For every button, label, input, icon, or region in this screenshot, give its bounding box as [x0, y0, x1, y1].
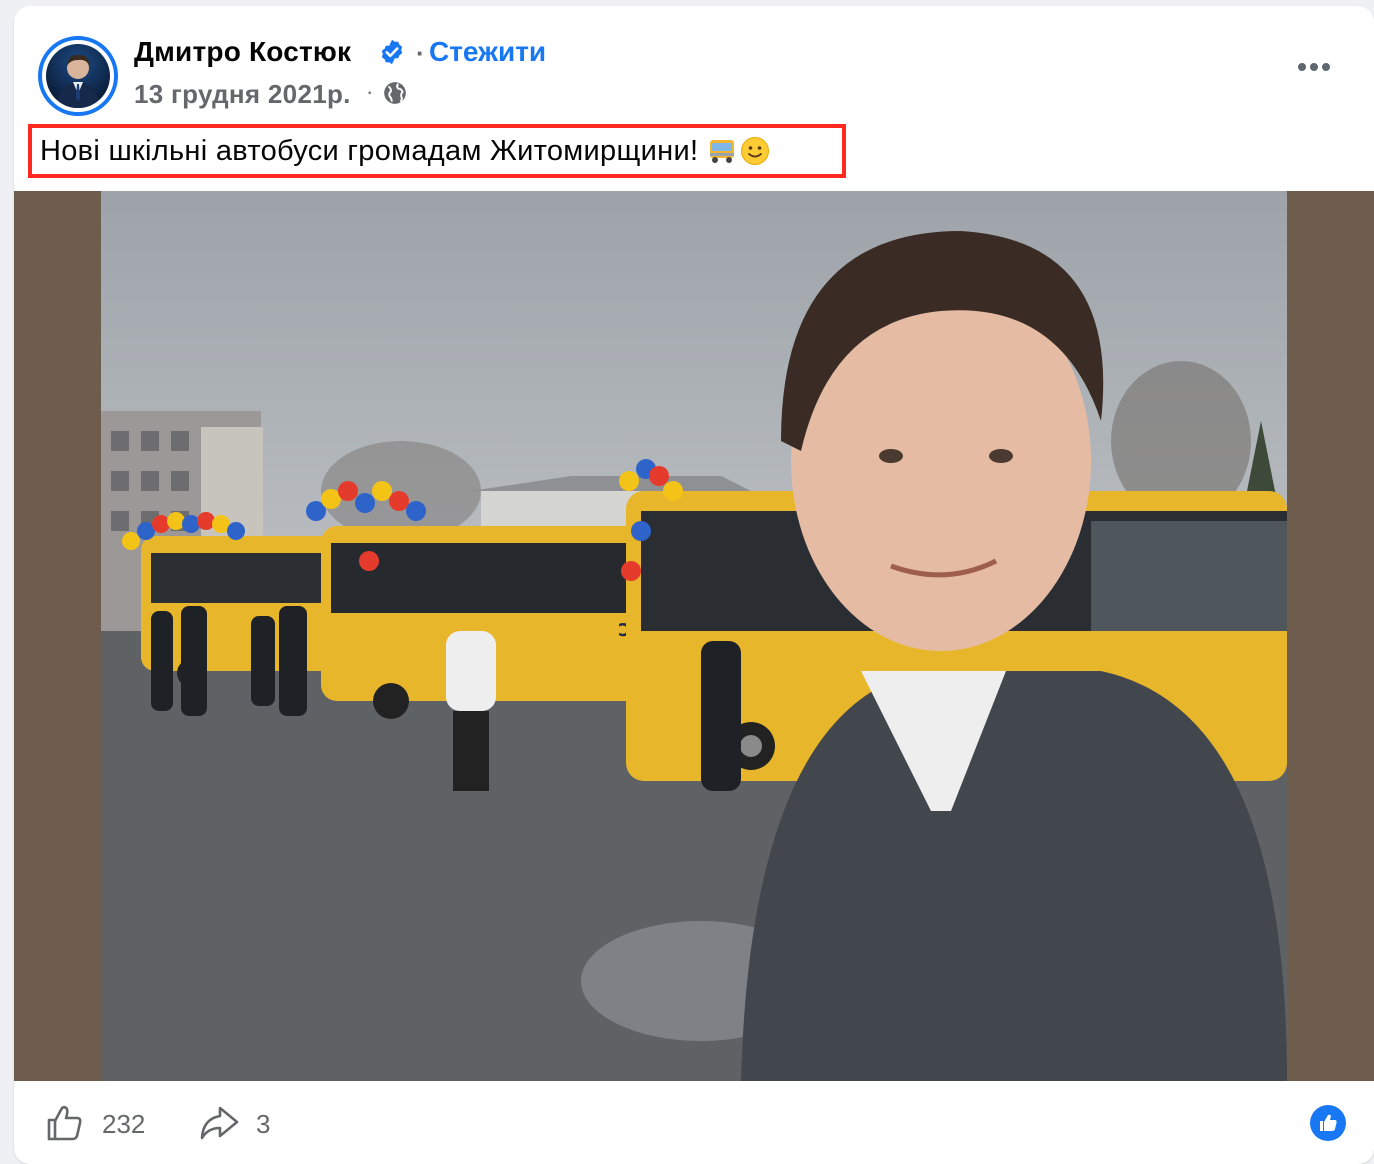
caption-highlight: Нові шкільні автобуси громадам Житомирщи… [28, 124, 846, 178]
name-separator: · [416, 38, 425, 68]
like-reaction-icon[interactable] [1310, 1105, 1346, 1141]
post-photo[interactable]: АВТОБУС [101, 191, 1287, 1081]
photo-container[interactable]: АВТОБУС [14, 191, 1374, 1081]
bus-emoji [710, 140, 735, 163]
post-footer: 232 3 [14, 1081, 1374, 1164]
like-icon[interactable] [44, 1103, 84, 1143]
post-timestamp[interactable]: 13 грудня 2021р. [134, 79, 351, 110]
like-count[interactable]: 232 [102, 1109, 145, 1140]
post-caption: Нові шкільні автобуси громадам Житомирщи… [40, 134, 699, 167]
more-options-button[interactable] [1286, 46, 1342, 88]
photo-scene: АВТОБУС [101, 231, 1287, 1081]
smiling-face-emoji [741, 137, 770, 165]
post-card: Дмитро Костюк · Стежити 13 грудня 2021р.… [14, 6, 1374, 1164]
more-options-icon [1298, 63, 1306, 71]
date-separator: · [366, 79, 374, 104]
thumbs-up-icon [1320, 1114, 1337, 1131]
follow-button[interactable]: Стежити [429, 36, 546, 68]
share-count[interactable]: 3 [256, 1109, 270, 1140]
share-icon[interactable] [198, 1103, 240, 1143]
author-name[interactable]: Дмитро Костюк [134, 36, 351, 68]
verified-badge-icon [381, 39, 403, 65]
avatar-photo [46, 44, 110, 108]
globe-icon[interactable] [382, 80, 408, 106]
author-avatar[interactable] [38, 36, 118, 116]
